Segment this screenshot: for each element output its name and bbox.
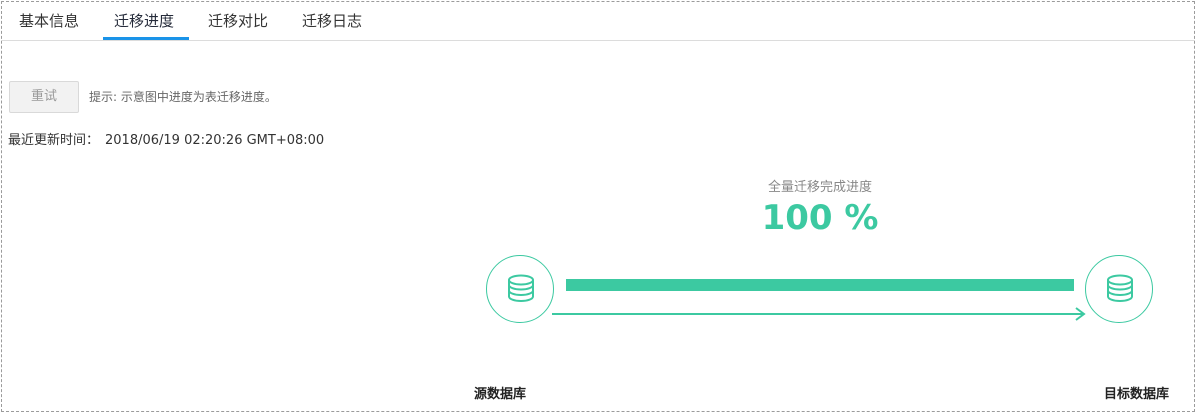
source-database-label: 源数据库	[474, 387, 527, 402]
last-update-time: 最近更新时间： 2018/06/19 02:20:26 GMT+08:00	[8, 129, 324, 148]
tab-migration-progress[interactable]: 迁移进度	[114, 11, 174, 31]
database-icon	[1107, 274, 1133, 303]
active-tab-underline	[103, 37, 189, 40]
migration-progress-bar	[566, 279, 1074, 291]
progress-title: 全量迁移完成进度	[767, 180, 872, 195]
progress-percentage: 100 %	[761, 198, 879, 238]
tab-bar: 基本信息 迁移进度 迁移对比 迁移日志	[1, 1, 1195, 41]
hint-text: 提示: 示意图中进度为表迁移进度。	[89, 90, 277, 104]
last-update-value: 2018/06/19 02:20:26 GMT+08:00	[105, 133, 325, 148]
last-update-label: 最近更新时间：	[8, 133, 100, 148]
source-database-circle	[486, 255, 554, 323]
tab-basic-info[interactable]: 基本信息	[19, 11, 79, 31]
target-database-label: 目标数据库	[1104, 387, 1170, 402]
tab-migration-log[interactable]: 迁移日志	[302, 11, 362, 31]
retry-button[interactable]: 重试	[9, 81, 79, 113]
migration-progress-fill	[566, 279, 1074, 291]
database-icon	[508, 274, 534, 303]
migration-direction-arrow	[552, 307, 1086, 321]
tab-migration-compare[interactable]: 迁移对比	[208, 11, 268, 31]
page-frame	[1, 1, 1195, 412]
target-database-circle	[1085, 255, 1153, 323]
